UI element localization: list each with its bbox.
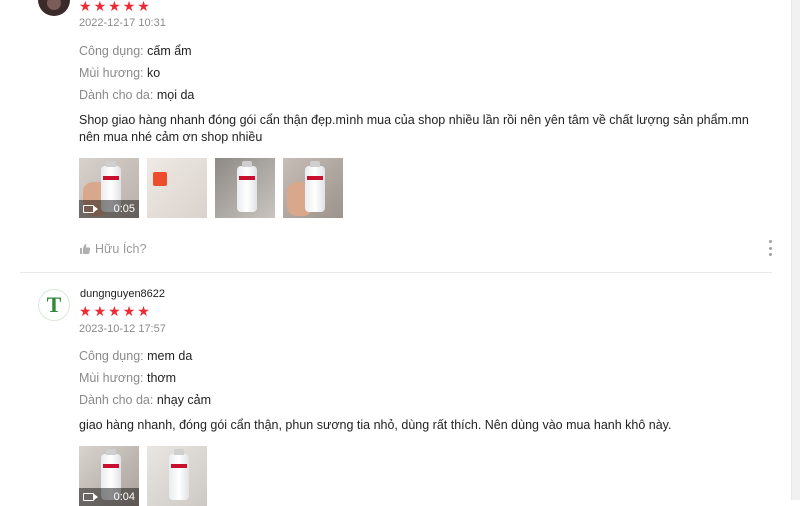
attribute-usage: Công dụng: mem da [79, 348, 192, 364]
star-icon: ★ [93, 303, 107, 319]
video-overlay: 0:05 [79, 200, 139, 218]
attribute-label: Dành cho da: [79, 88, 154, 102]
review-item: T dungnguyen8622 ★ ★ ★ ★ ★ 2023-10-12 17… [0, 273, 790, 506]
review-video-thumbnail[interactable]: 0:04 [79, 446, 139, 506]
more-vertical-icon[interactable] [766, 240, 774, 256]
rating-stars: ★ ★ ★ ★ ★ [79, 0, 150, 13]
attribute-scent: Mùi hương: ko [79, 65, 160, 81]
attribute-value: thơm [147, 371, 177, 385]
review-media: 0:04 [79, 446, 207, 506]
attribute-label: Công dụng: [79, 44, 144, 58]
avatar[interactable] [38, 0, 70, 16]
helpful-button[interactable]: Hữu Ích? [79, 242, 146, 256]
star-icon: ★ [79, 0, 92, 14]
review-photo-thumbnail[interactable] [215, 158, 275, 218]
review-comment: Shop giao hàng nhanh đóng gói cẩn thận đ… [79, 113, 749, 144]
product-bottle-image [169, 449, 189, 500]
video-camera-icon [83, 205, 98, 213]
review-comment: giao hàng nhanh, đóng gói cẩn thận, phun… [79, 418, 672, 432]
attribute-value: mem da [147, 349, 193, 363]
attribute-value: cấm ẩm [147, 44, 192, 58]
helpful-label: Hữu Ích? [95, 242, 147, 256]
star-icon: ★ [137, 303, 150, 319]
review-datetime: 2023-10-12 17:57 [79, 323, 166, 335]
star-icon: ★ [108, 303, 121, 319]
review-photo-thumbnail[interactable] [147, 158, 207, 218]
attribute-label: Dành cho da: [79, 393, 154, 407]
thumbs-up-icon [80, 244, 91, 254]
star-icon: ★ [122, 0, 136, 14]
review-datetime: 2022-12-17 10:31 [79, 17, 166, 29]
attribute-label: Công dụng: [79, 349, 144, 363]
star-icon: ★ [79, 303, 92, 319]
video-duration: 0:04 [113, 491, 135, 503]
attribute-value: ko [147, 66, 161, 80]
star-icon: ★ [122, 303, 136, 319]
review-media: 0:05 [79, 158, 343, 218]
attribute-skin-type: Dành cho da: mọi da [79, 87, 194, 103]
attribute-value: nhạy cảm [156, 393, 212, 407]
attribute-usage: Công dụng: cấm ẩm [79, 43, 192, 59]
product-bottle-image [237, 161, 257, 212]
video-duration: 0:05 [113, 203, 135, 215]
review-photo-thumbnail[interactable] [147, 446, 207, 506]
review-item: ★ ★ ★ ★ ★ 2022-12-17 10:31 Công dụng: cấ… [0, 0, 790, 272]
review-photo-thumbnail[interactable] [283, 158, 343, 218]
attribute-label: Mùi hương: [79, 371, 144, 385]
star-icon: ★ [108, 0, 121, 14]
attribute-scent: Mùi hương: thơm [79, 370, 176, 386]
page-scrollbar[interactable] [791, 0, 800, 500]
avatar-letter: T [46, 292, 62, 317]
star-icon: ★ [93, 0, 107, 14]
star-icon: ★ [137, 0, 150, 14]
video-overlay: 0:04 [79, 488, 139, 506]
attribute-label: Mùi hương: [79, 66, 144, 80]
reviewer-username[interactable]: dungnguyen8622 [80, 288, 165, 300]
review-video-thumbnail[interactable]: 0:05 [79, 158, 139, 218]
attribute-value: mọi da [156, 88, 195, 102]
rating-stars: ★ ★ ★ ★ ★ [79, 304, 150, 318]
avatar[interactable]: T [38, 289, 70, 321]
shop-logo-image [153, 172, 167, 186]
product-bottle-image [305, 161, 325, 212]
attribute-skin-type: Dành cho da: nhạy cảm [79, 392, 211, 408]
